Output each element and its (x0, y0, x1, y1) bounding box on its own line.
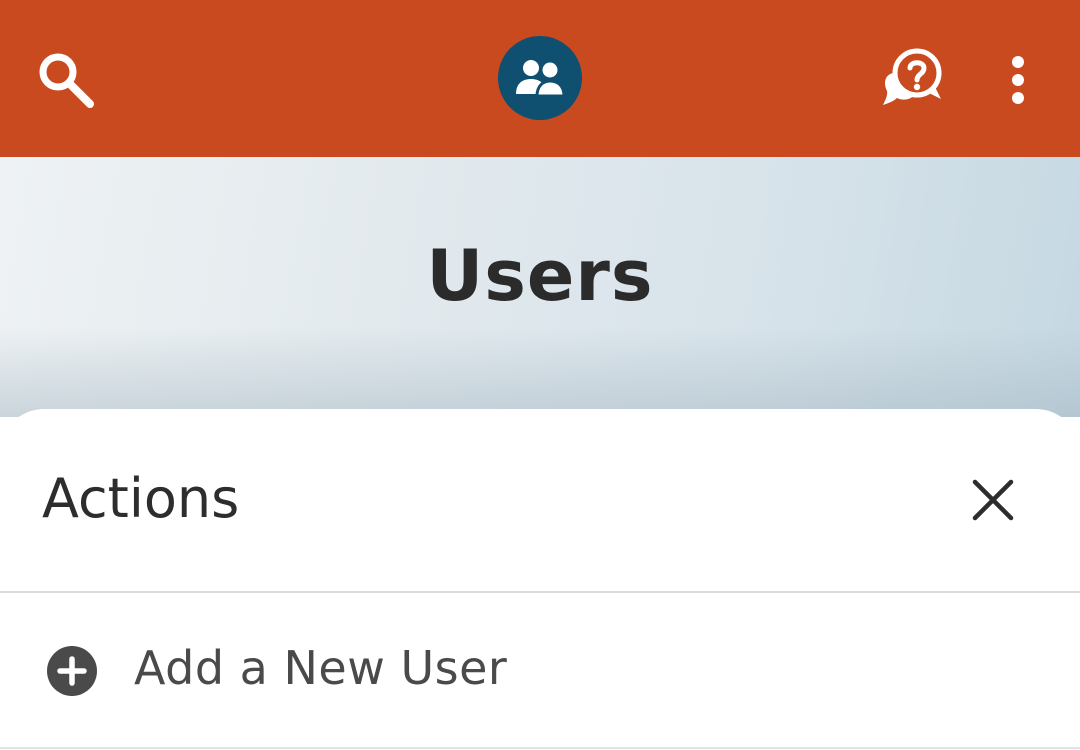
more-vertical-icon (1012, 56, 1024, 104)
more-options-button[interactable] (990, 40, 1046, 120)
sheet-title: Actions (42, 467, 240, 530)
page-title: Users (426, 235, 654, 317)
action-label: Add a New User (134, 641, 508, 695)
app-screen: Users Actions Add a New User (0, 0, 1080, 750)
search-button[interactable] (28, 42, 104, 118)
search-icon (39, 53, 94, 108)
actions-bottom-sheet: Actions Add a New User (0, 409, 1080, 750)
close-icon (972, 479, 1014, 521)
sheet-header: Actions (0, 409, 1080, 593)
users-icon (516, 60, 566, 98)
help-chat-button[interactable] (872, 40, 952, 120)
page-header: Users (0, 157, 1080, 417)
help-chat-icon (883, 48, 942, 105)
add-new-user-action[interactable]: Add a New User (0, 593, 1080, 749)
add-circle-icon (47, 646, 97, 696)
close-button[interactable] (962, 469, 1024, 531)
users-menu-button[interactable] (498, 36, 582, 120)
top-app-bar (0, 0, 1080, 157)
